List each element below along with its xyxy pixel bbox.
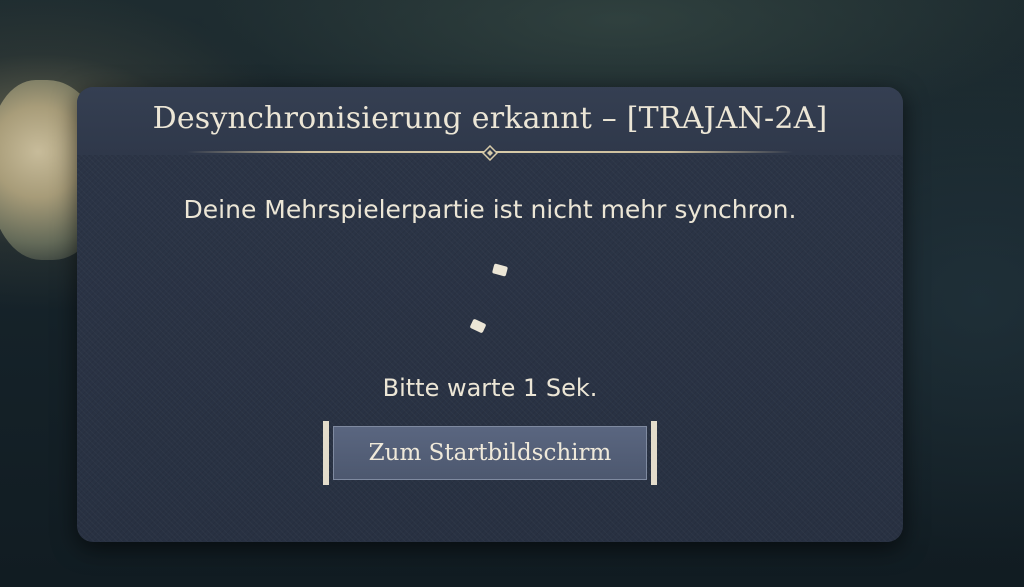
spinner-dot [469,318,487,334]
button-bracket-left [323,421,329,485]
desync-dialog: Desynchronisierung erkannt – [TRAJAN-2A]… [77,87,903,542]
dialog-message: Deine Mehrspielerpartie ist nicht mehr s… [183,195,797,224]
return-to-main-menu-button[interactable]: Zum Startbildschirm [333,426,647,480]
dialog-header: Desynchronisierung erkannt – [TRAJAN-2A] [77,87,903,161]
button-bracket-right [651,421,657,485]
spinner-dot [491,263,509,277]
game-screen: Desynchronisierung erkannt – [TRAJAN-2A]… [0,0,1024,587]
dialog-title: Desynchronisierung erkannt – [TRAJAN-2A] [152,101,828,136]
button-frame: Zum Startbildschirm [323,421,657,485]
diamond-ornament-icon [482,145,498,161]
wait-countdown-text: Bitte warte 1 Sek. [382,374,598,402]
